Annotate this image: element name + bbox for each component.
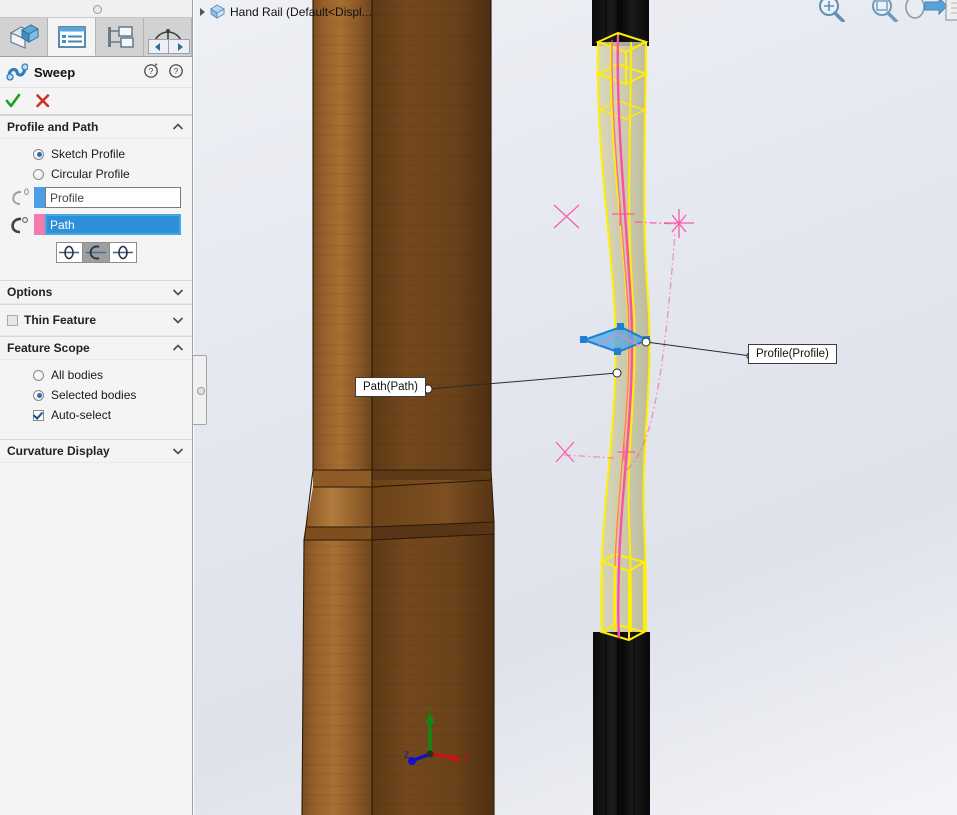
configuration-manager-icon [107, 26, 134, 48]
ok-button[interactable] [5, 93, 21, 109]
section-title-feature-scope: Feature Scope [7, 341, 90, 355]
radio-all-bodies[interactable]: All bodies [0, 365, 192, 385]
close-icon [36, 94, 50, 108]
radio-sketch-profile[interactable]: Sketch Profile [0, 144, 192, 164]
section-title-curvature-display: Curvature Display [7, 444, 110, 458]
tab-configuration-manager[interactable] [96, 18, 144, 56]
svg-text:*: * [154, 63, 157, 71]
section-title-thin-feature: Thin Feature [24, 313, 97, 327]
panel-nav-arrows [148, 39, 190, 54]
svg-text:?: ? [149, 67, 154, 76]
chevron-down-icon[interactable] [172, 286, 184, 298]
help-icon[interactable]: ? [169, 63, 184, 78]
radio-all-bodies-label: All bodies [51, 368, 104, 382]
triad-z-label: Z [404, 750, 410, 760]
sweep-icon [6, 63, 28, 81]
section-header-feature-scope[interactable]: Feature Scope [0, 336, 192, 360]
path-callout[interactable]: Path(Path) [355, 377, 426, 397]
triad-y-label: Y [427, 706, 433, 713]
profile-callout[interactable]: Profile(Profile) [748, 344, 837, 364]
section-title-profile-and-path: Profile and Path [7, 120, 99, 134]
section-header-curvature-display[interactable]: Curvature Display [0, 439, 192, 463]
newel-post-body [301, 0, 495, 815]
panel-pin-icon[interactable] [93, 5, 102, 14]
graphics-viewport[interactable]: Hand Rail (Default<Displ... Path(Path) P… [194, 0, 957, 815]
nav-back-button[interactable] [148, 39, 169, 54]
section-body-feature-scope: All bodies Selected bodies Auto-select [0, 360, 192, 432]
solidworks-window: Hand Rail (Default<Displ... Path(Path) P… [0, 0, 957, 815]
align-start-button[interactable] [55, 242, 83, 263]
cancel-button[interactable] [35, 93, 51, 109]
property-manager-list-icon [57, 25, 86, 48]
checkbox-auto-select[interactable]: Auto-select [0, 405, 192, 425]
radio-circular-profile-label: Circular Profile [51, 167, 130, 181]
section-header-options[interactable]: Options [0, 280, 192, 304]
radio-circular-profile-indicator [33, 168, 44, 180]
model-3d-view [301, 0, 756, 815]
checkmark-icon [5, 93, 21, 108]
radio-selected-bodies-label: Selected bodies [51, 388, 137, 402]
splitter-dot [197, 387, 205, 395]
section-title-options: Options [7, 285, 53, 299]
part-cube-icon [210, 4, 225, 19]
tab-property-manager[interactable] [48, 18, 96, 56]
property-manager-header: Sweep ? * ? [0, 57, 192, 88]
nav-forward-button[interactable] [169, 39, 190, 54]
path-curve-icon [4, 214, 34, 236]
section-header-profile-and-path[interactable]: Profile and Path [0, 115, 192, 139]
align-end-button[interactable] [109, 242, 137, 263]
thin-feature-checkbox[interactable] [7, 314, 18, 326]
coordinate-triad: Y x Z [404, 706, 468, 765]
tab-feature-manager-tree[interactable] [0, 18, 48, 56]
confirm-bar [0, 88, 192, 115]
expand-triangle-icon[interactable] [200, 7, 205, 16]
manager-tab-strip [0, 18, 192, 57]
zoom-to-fit-icon[interactable] [809, 0, 855, 22]
radio-circular-profile[interactable]: Circular Profile [0, 164, 192, 184]
chevron-up-icon[interactable] [172, 342, 184, 354]
chevron-up-icon[interactable] [172, 121, 184, 133]
path-color-swatch [34, 214, 45, 235]
profile-curve-icon: 0 [4, 187, 34, 209]
tree-header[interactable]: Hand Rail (Default<Displ... [200, 4, 372, 19]
property-manager-panel: Sweep ? * ? Profile and Path Sketch Prof… [0, 0, 193, 815]
section-body-profile-and-path: Sketch Profile Circular Profile 0 Profil… [0, 139, 192, 272]
radio-all-bodies-indicator [33, 369, 44, 381]
chevron-down-icon[interactable] [172, 314, 184, 326]
chevron-down-icon[interactable] [172, 445, 184, 457]
profile-color-swatch [34, 187, 45, 208]
feature-tree-cube-icon [9, 24, 39, 49]
section-view-icon[interactable] [942, 0, 957, 22]
page-title: Sweep [34, 64, 76, 80]
triad-x-label: x [464, 752, 468, 762]
help-group: ? * ? [144, 63, 184, 78]
align-middle-button[interactable] [82, 242, 110, 263]
svg-text:?: ? [174, 67, 179, 76]
auto-select-checkbox-indicator [33, 409, 44, 421]
path-selection-field[interactable]: Path [45, 214, 181, 235]
radio-selected-bodies[interactable]: Selected bodies [0, 385, 192, 405]
profile-selection-row: 0 Profile [0, 184, 192, 211]
panel-pin-strip [0, 0, 192, 18]
tree-header-label: Hand Rail (Default<Displ... [230, 4, 372, 19]
radio-selected-bodies-indicator [33, 389, 44, 401]
help-with-asterisk-icon[interactable]: ? * [144, 63, 159, 78]
checkbox-auto-select-label: Auto-select [51, 408, 112, 422]
panel-splitter[interactable] [193, 355, 207, 425]
path-selection-row: Path [0, 211, 192, 238]
profile-selection-field[interactable]: Profile [45, 187, 181, 208]
section-header-thin-feature[interactable]: Thin Feature [0, 304, 192, 336]
alignment-button-group [0, 238, 192, 265]
radio-sketch-profile-indicator [33, 148, 44, 160]
svg-text:0: 0 [24, 187, 29, 197]
radio-sketch-profile-label: Sketch Profile [51, 147, 126, 161]
